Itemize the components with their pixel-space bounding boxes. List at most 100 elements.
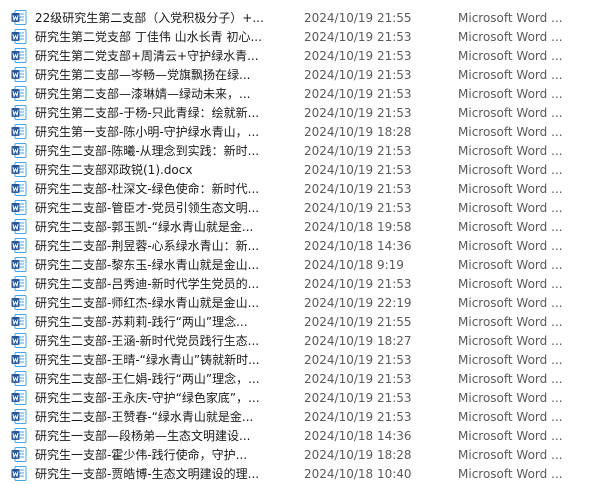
- file-row[interactable]: 研究生一支部-贾皓博-生态文明建设的理... 2024/10/18 10:40 Mi…: [0, 464, 596, 483]
- file-date-modified: 2024/10/18 10:40: [304, 466, 412, 481]
- file-date-modified: 2024/10/19 21:53: [304, 143, 412, 158]
- file-name: 研究生二支部-荆昱蓉-心系绿水青山：新...: [35, 239, 260, 253]
- word-document-icon: [11, 29, 27, 44]
- file-type: Microsoft Word ...: [458, 333, 563, 348]
- word-document-icon: [11, 333, 27, 348]
- word-document-icon: [11, 200, 27, 215]
- file-name: 研究生二支部-管臣才-党员引领生态文明...: [35, 201, 260, 215]
- file-row[interactable]: 研究生第二支部—漆琳婧—绿动未来，... 2024/10/19 21:53 Micr…: [0, 84, 596, 103]
- file-name: 研究生二支部-吕秀迪-新时代学生党员的...: [35, 277, 260, 291]
- file-row[interactable]: 研究生一支部—段杨弟—生态文明建设... 2024/10/18 14:36 Micr…: [0, 426, 596, 445]
- file-name: 研究生二支部-郭玉凯-“绿水青山就是金...: [35, 220, 254, 234]
- file-row[interactable]: 研究生二支部-王赞春-“绿水青山就是金... 2024/10/19 21:53 Mi…: [0, 407, 596, 426]
- word-document-icon: [11, 409, 27, 424]
- file-row[interactable]: 研究生二支部-苏莉莉-践行“两山”理念... 2024/10/19 21:55 Mi…: [0, 312, 596, 331]
- file-date-modified: 2024/10/19 21:53: [304, 48, 412, 63]
- file-date-modified: 2024/10/19 18:28: [304, 124, 412, 139]
- file-name: 研究生二支部-黎东玉-绿水青山就是金山...: [35, 258, 260, 272]
- file-type: Microsoft Word ...: [458, 48, 563, 63]
- file-row[interactable]: 研究生二支部-陈曦-从理念到实践：新时... 2024/10/19 21:53 Mi…: [0, 141, 596, 160]
- file-row[interactable]: 研究生二支部-王晴-“绿水青山”铸就新时... 2024/10/19 21:53 M…: [0, 350, 596, 369]
- word-document-icon: [11, 447, 27, 462]
- file-row[interactable]: 研究生第二支部—岑畅—党旗飘扬在绿... 2024/10/19 21:53 Micr…: [0, 65, 596, 84]
- file-name: 研究生一支部-霍少伟-践行使命，守护...: [35, 448, 248, 462]
- word-document-icon: [11, 219, 27, 234]
- file-type: Microsoft Word ...: [458, 67, 563, 82]
- file-name: 研究生二支部-苏莉莉-践行“两山”理念...: [35, 315, 248, 329]
- file-row[interactable]: 研究生第二党支部 丁佳伟 山水长青 初心... 2024/10/19 21:53 M…: [0, 27, 596, 46]
- file-type: Microsoft Word ...: [458, 105, 563, 120]
- file-date-modified: 2024/10/19 21:55: [304, 314, 412, 329]
- file-row[interactable]: 研究生二支部-王永庆-守护“绿色家底”，... 2024/10/19 21:53 M…: [0, 388, 596, 407]
- file-row[interactable]: 研究生二支部-吕秀迪-新时代学生党员的... 2024/10/19 21:53 Mi…: [0, 274, 596, 293]
- file-type: Microsoft Word ...: [458, 295, 563, 310]
- file-name: 研究生第二支部—漆琳婧—绿动未来，...: [35, 87, 251, 101]
- file-row[interactable]: 研究生二支部-荆昱蓉-心系绿水青山：新... 2024/10/18 14:36 Mi…: [0, 236, 596, 255]
- word-document-icon: [11, 181, 27, 196]
- word-document-icon: [11, 314, 27, 329]
- file-row[interactable]: 研究生二支部-杜深文-绿色使命：新时代... 2024/10/19 21:53 Mi…: [0, 179, 596, 198]
- file-row[interactable]: 研究生二支部-黎东玉-绿水青山就是金山... 2024/10/18 9:19 Mic…: [0, 255, 596, 274]
- file-date-modified: 2024/10/19 21:53: [304, 409, 412, 424]
- file-type: Microsoft Word ...: [458, 143, 563, 158]
- file-name: 研究生二支部-王涵-新时代党员践行生态...: [35, 334, 260, 348]
- word-document-icon: [11, 162, 27, 177]
- file-row[interactable]: 研究生二支部-王仁娟-践行“两山”理念，... 2024/10/19 21:53 M…: [0, 369, 596, 388]
- word-document-icon: [11, 67, 27, 82]
- file-date-modified: 2024/10/18 9:19: [304, 257, 404, 272]
- file-row[interactable]: 研究生二支部邓政锐(1).docx 2024/10/19 21:53 Microso…: [0, 160, 596, 179]
- word-document-icon: [11, 105, 27, 120]
- file-type: Microsoft Word ...: [458, 238, 563, 253]
- word-document-icon: [11, 466, 27, 481]
- word-document-icon: [11, 10, 27, 25]
- file-date-modified: 2024/10/19 18:28: [304, 447, 412, 462]
- file-date-modified: 2024/10/19 21:53: [304, 352, 412, 367]
- file-name: 研究生二支部-王晴-“绿水青山”铸就新时...: [35, 353, 260, 367]
- file-name: 研究生二支部-王赞春-“绿水青山就是金...: [35, 410, 254, 424]
- file-type: Microsoft Word ...: [458, 10, 563, 25]
- file-date-modified: 2024/10/18 14:36: [304, 428, 412, 443]
- file-date-modified: 2024/10/19 18:27: [304, 333, 412, 348]
- file-type: Microsoft Word ...: [458, 181, 563, 196]
- file-type: Microsoft Word ...: [458, 314, 563, 329]
- file-name: 研究生二支部-杜深文-绿色使命：新时代...: [35, 182, 260, 196]
- file-date-modified: 2024/10/19 21:53: [304, 29, 412, 44]
- file-name: 研究生二支部-师红杰-绿水青山就是金山...: [35, 296, 260, 310]
- file-date-modified: 2024/10/19 21:53: [304, 276, 412, 291]
- file-date-modified: 2024/10/19 21:53: [304, 86, 412, 101]
- word-document-icon: [11, 352, 27, 367]
- file-date-modified: 2024/10/19 21:53: [304, 200, 412, 215]
- word-document-icon: [11, 390, 27, 405]
- file-name: 研究生一支部—段杨弟—生态文明建设...: [35, 429, 251, 443]
- file-row[interactable]: 研究生第二支部-于杨-只此青绿：绘就新... 2024/10/19 21:53 Mi…: [0, 103, 596, 122]
- word-document-icon: [11, 257, 27, 272]
- file-row[interactable]: 研究生二支部-王涵-新时代党员践行生态... 2024/10/19 18:27 Mi…: [0, 331, 596, 350]
- file-row[interactable]: 研究生二支部-郭玉凯-“绿水青山就是金... 2024/10/18 19:58 Mi…: [0, 217, 596, 236]
- file-list: 22级研究生第二支部（入党积极分子）+... 2024/10/19 21:55 Mi…: [0, 8, 596, 483]
- file-type: Microsoft Word ...: [458, 162, 563, 177]
- file-type: Microsoft Word ...: [458, 428, 563, 443]
- file-name: 研究生第二党支部+周清云+守护绿水青...: [35, 49, 259, 63]
- file-row[interactable]: 研究生第一支部-陈小明-守护绿水青山，... 2024/10/19 18:28 Mi…: [0, 122, 596, 141]
- file-type: Microsoft Word ...: [458, 409, 563, 424]
- file-name: 研究生第一支部-陈小明-守护绿水青山，...: [35, 125, 260, 139]
- file-name: 研究生第二支部-于杨-只此青绿：绘就新...: [35, 106, 260, 120]
- file-date-modified: 2024/10/19 21:53: [304, 371, 412, 386]
- word-document-icon: [11, 276, 27, 291]
- file-date-modified: 2024/10/19 21:53: [304, 390, 412, 405]
- file-row[interactable]: 研究生一支部-霍少伟-践行使命，守护... 2024/10/19 18:28 Mic…: [0, 445, 596, 464]
- file-row[interactable]: 研究生二支部-管臣才-党员引领生态文明... 2024/10/19 21:53 Mi…: [0, 198, 596, 217]
- word-document-icon: [11, 371, 27, 386]
- file-row[interactable]: 研究生二支部-师红杰-绿水青山就是金山... 2024/10/19 22:19 Mi…: [0, 293, 596, 312]
- file-name: 研究生二支部邓政锐(1).docx: [35, 163, 193, 177]
- file-type: Microsoft Word ...: [458, 276, 563, 291]
- file-name: 研究生第二党支部 丁佳伟 山水长青 初心...: [35, 30, 262, 44]
- file-name: 研究生第二支部—岑畅—党旗飘扬在绿...: [35, 68, 251, 82]
- file-name: 22级研究生第二支部（入党积极分子）+...: [35, 11, 264, 25]
- file-date-modified: 2024/10/19 22:19: [304, 295, 412, 310]
- word-document-icon: [11, 428, 27, 443]
- file-row[interactable]: 研究生第二党支部+周清云+守护绿水青... 2024/10/19 21:53 Mic…: [0, 46, 596, 65]
- file-date-modified: 2024/10/19 21:53: [304, 67, 412, 82]
- file-type: Microsoft Word ...: [458, 86, 563, 101]
- file-row[interactable]: 22级研究生第二支部（入党积极分子）+... 2024/10/19 21:55 Mi…: [0, 8, 596, 27]
